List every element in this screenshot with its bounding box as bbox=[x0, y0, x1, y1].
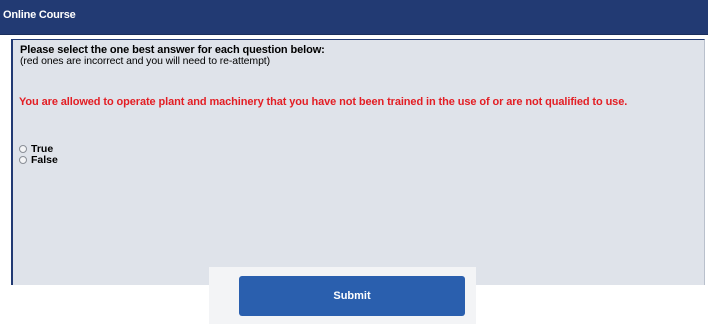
submit-area: Submit bbox=[209, 267, 476, 324]
title-bar: Online Course bbox=[0, 0, 708, 35]
radio-true[interactable] bbox=[19, 144, 27, 153]
page-title: Online Course bbox=[3, 9, 76, 21]
option-true[interactable]: True bbox=[19, 143, 58, 155]
instructions: Please select the one best answer for ea… bbox=[20, 45, 325, 67]
question-panel: Please select the one best answer for ea… bbox=[11, 39, 705, 324]
answer-options: True False bbox=[19, 143, 58, 166]
option-false[interactable]: False bbox=[19, 153, 58, 166]
instructions-sub: (red ones are incorrect and you will nee… bbox=[20, 55, 271, 67]
radio-false[interactable] bbox=[19, 155, 27, 164]
option-false-label: False bbox=[31, 153, 58, 166]
question-text: You are allowed to operate plant and mac… bbox=[19, 96, 628, 108]
submit-button[interactable]: Submit bbox=[239, 276, 465, 316]
